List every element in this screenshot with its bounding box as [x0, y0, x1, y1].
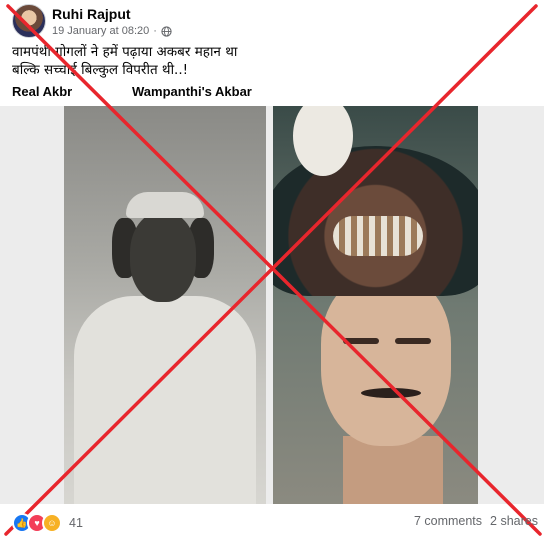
- photo-right-portrait: [273, 106, 478, 504]
- label-real-akbr: Real Akbr: [12, 84, 73, 99]
- caption-line: वामपंथी गोगलों ने हमें पढ़ाया अकबर महान …: [12, 44, 238, 60]
- reaction-count: 41: [69, 516, 83, 530]
- engagement-stats: 7 comments 2 shares: [414, 514, 538, 528]
- post-timestamp[interactable]: 19 January at 08:20: [52, 25, 149, 37]
- post-caption: वामपंथी गोगलों ने हमें पढ़ाया अकबर महान …: [12, 43, 237, 79]
- separator-dot: ·: [153, 25, 157, 37]
- globe-icon: [161, 25, 172, 37]
- post-image[interactable]: [0, 106, 544, 504]
- comments-link[interactable]: 7 comments: [414, 514, 482, 528]
- photo-left-portrait: [64, 106, 266, 504]
- facebook-post: Ruhi Rajput 19 January at 08:20 · वामपंथ…: [0, 0, 544, 538]
- haha-icon: ☺: [42, 513, 62, 533]
- caption-line: बल्कि सच्चाई बिल्कुल विपरीत थी..!: [12, 62, 189, 78]
- shares-link[interactable]: 2 shares: [490, 514, 538, 528]
- author-name[interactable]: Ruhi Rajput: [52, 6, 131, 22]
- author-avatar[interactable]: [12, 4, 46, 38]
- post-footer: 👍 ♥ ☺ 41 7 comments 2 shares: [0, 504, 544, 538]
- label-wampanthi-akbar: Wampanthi's Akbar: [132, 84, 252, 99]
- post-meta: 19 January at 08:20 ·: [52, 25, 172, 37]
- reactions-summary[interactable]: 👍 ♥ ☺ 41: [12, 513, 83, 533]
